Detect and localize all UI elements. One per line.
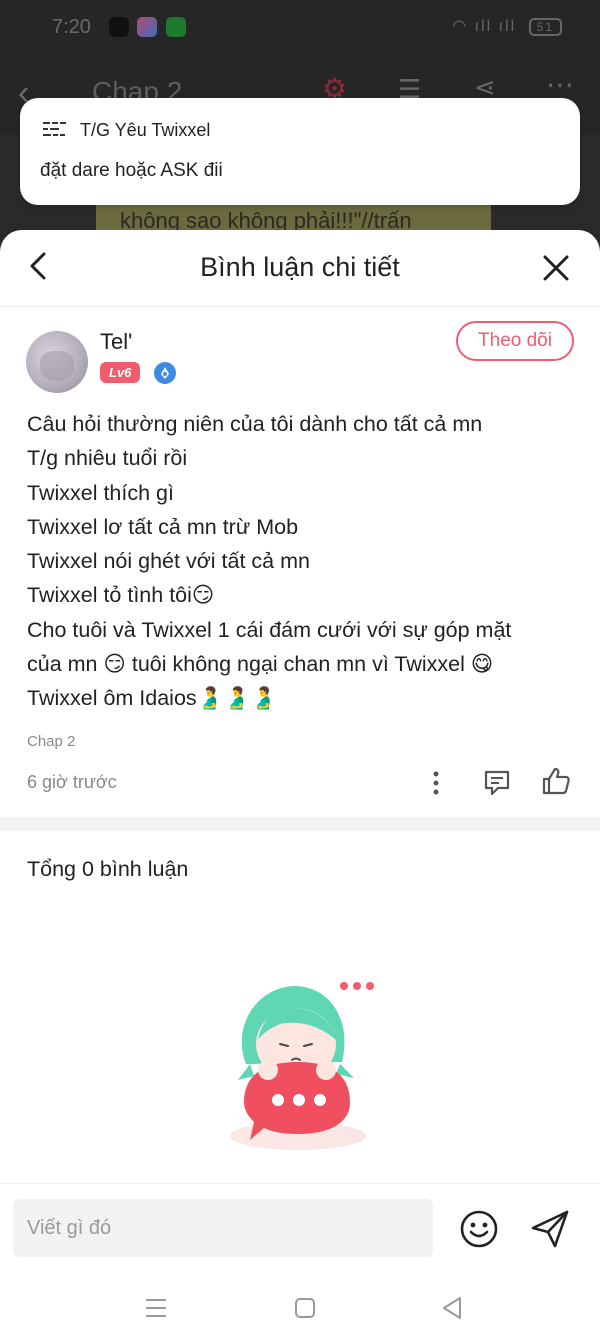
comment-composer bbox=[0, 1183, 600, 1274]
total-replies-label: Tổng 0 bình luận bbox=[27, 857, 189, 881]
chapter-tag[interactable]: Chap 2 bbox=[27, 733, 75, 750]
notification-message: đặt dare hoặc ASK đii bbox=[40, 160, 223, 181]
empty-state-mascot-icon bbox=[230, 982, 374, 1150]
close-icon[interactable] bbox=[540, 252, 572, 284]
nav-back-icon[interactable] bbox=[440, 1295, 464, 1321]
emoji-icon[interactable] bbox=[458, 1208, 500, 1250]
app-shortcut-icon bbox=[137, 17, 157, 37]
calculator-icon bbox=[166, 17, 186, 37]
comment-line: T/g nhiêu tuổi rồi bbox=[27, 446, 188, 471]
zalo-icon bbox=[109, 17, 129, 37]
follow-button[interactable]: Theo dõi bbox=[456, 321, 574, 361]
home-icon[interactable] bbox=[294, 1297, 316, 1319]
comment-body: Câu hỏi thường niên của tôi dành cho tất… bbox=[27, 407, 577, 716]
comment-line: Twixxel lơ tất cả mn trừ Mob bbox=[27, 514, 299, 539]
comment-line: Câu hỏi thường niên của tôi dành cho tất… bbox=[27, 412, 483, 436]
more-icon[interactable]: ⋯ bbox=[546, 68, 574, 101]
comment-detail-sheet: Bình luận chi tiết Tel' Lv6 Theo dõi Câu… bbox=[0, 230, 600, 1343]
notification-toast[interactable]: T/G Yêu Twixxel đặt dare hoặc ASK đii bbox=[20, 98, 580, 205]
avatar[interactable] bbox=[26, 331, 88, 393]
comment-line: của mn 😏 tuôi không ngại chan mn vì Twix… bbox=[27, 652, 494, 677]
send-icon[interactable] bbox=[529, 1208, 571, 1250]
comment-line: Twixxel tỏ tình tôi😏 bbox=[27, 583, 215, 608]
notification-sender: T/G Yêu Twixxel bbox=[80, 120, 211, 140]
system-nav-bar bbox=[0, 1273, 600, 1343]
status-time: 7:20 bbox=[52, 16, 91, 38]
status-bar: 7:20 ◠ ıll ıll 51 bbox=[0, 0, 600, 54]
status-indicators: ◠ ıll ıll 51 bbox=[452, 16, 562, 36]
comment-input[interactable] bbox=[13, 1199, 433, 1257]
signal-icon: ıll ıll bbox=[474, 18, 517, 35]
like-icon[interactable] bbox=[540, 765, 572, 797]
comment-line: Twixxel thích gì bbox=[27, 480, 174, 505]
more-vertical-icon[interactable] bbox=[430, 770, 442, 796]
comment-line: Twixxel nói ghét với tất cả mn bbox=[27, 549, 310, 574]
comment-timestamp: 6 giờ trước bbox=[27, 772, 117, 792]
level-badge: Lv6 bbox=[100, 362, 141, 383]
section-divider bbox=[0, 817, 600, 831]
comment-line: Cho tuôi và Twixxel 1 cái đám cưới với s… bbox=[27, 617, 512, 642]
reply-icon[interactable] bbox=[482, 768, 512, 798]
wifi-icon: ◠ bbox=[452, 18, 469, 35]
battery-icon: 51 bbox=[528, 18, 562, 36]
comment-line: Twixxel ôm Idaios🫃🫃🫃 bbox=[27, 686, 277, 711]
sheet-header: Bình luận chi tiết bbox=[0, 230, 600, 307]
app-logo-icon bbox=[42, 120, 68, 142]
comment-username[interactable]: Tel' bbox=[100, 329, 132, 355]
verified-badge-icon bbox=[154, 362, 176, 384]
sheet-title: Bình luận chi tiết bbox=[200, 252, 400, 282]
recent-apps-icon[interactable] bbox=[144, 1297, 168, 1319]
